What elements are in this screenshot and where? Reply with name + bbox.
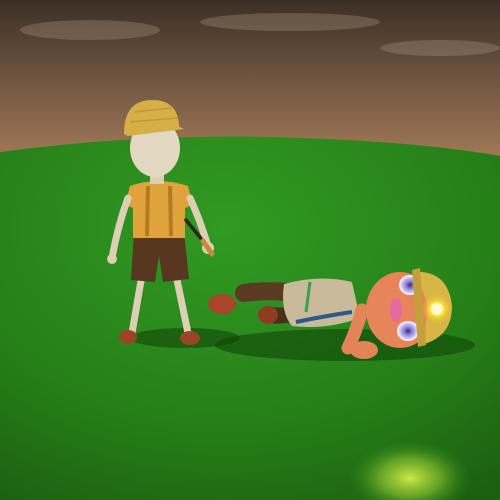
lying-back-leg (235, 282, 299, 302)
standing-shirt (125, 181, 193, 238)
standing-left-boot (119, 330, 137, 344)
lying-front-boot (258, 306, 278, 324)
standing-right-boot (180, 331, 200, 345)
lying-mouth (390, 298, 402, 322)
game-scene (0, 0, 500, 500)
game-viewport[interactable] (0, 0, 500, 500)
lying-pants (283, 278, 360, 327)
lying-hand (350, 341, 378, 359)
lying-back-boot (208, 294, 236, 314)
standing-left-hand (107, 254, 117, 264)
lying-eye-bottom (397, 321, 419, 341)
